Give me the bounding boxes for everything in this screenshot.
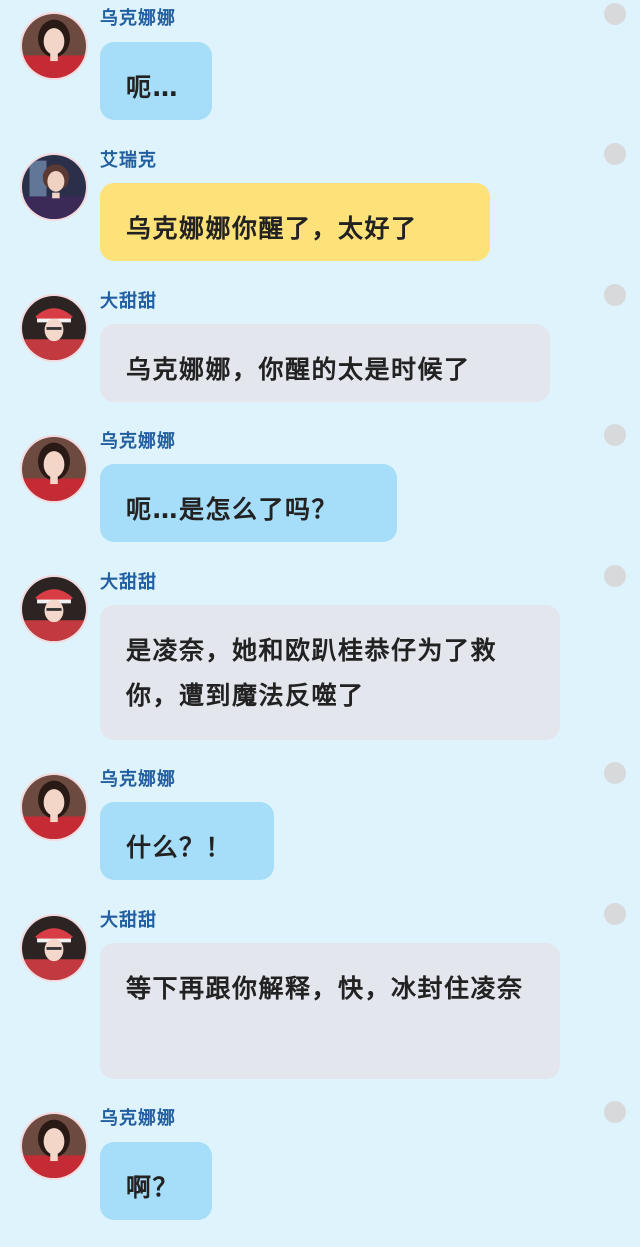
sender-name: 大甜甜 <box>100 572 157 593</box>
message-bubble[interactable]: 什么？！ <box>100 802 274 880</box>
message-bubble[interactable]: 等下再跟你解释，快，冰封住凌奈 <box>100 943 560 1079</box>
select-circle[interactable] <box>604 143 626 165</box>
message-bubble[interactable]: 呃… <box>100 42 212 120</box>
ukenana-avatar[interactable] <box>20 435 88 503</box>
ukenana-avatar[interactable] <box>20 1112 88 1180</box>
select-circle[interactable] <box>604 903 626 925</box>
select-circle[interactable] <box>604 565 626 587</box>
chat-thread: 乌克娜娜 呃… 艾瑞克 乌克娜娜你醒了，太好了 大甜甜 乌克娜娜，你醒的太是时候… <box>0 0 640 1247</box>
sender-name: 大甜甜 <box>100 291 157 312</box>
sender-name: 乌克娜娜 <box>100 431 176 452</box>
sender-name: 乌克娜娜 <box>100 8 176 29</box>
datiantian-avatar[interactable] <box>20 914 88 982</box>
select-circle[interactable] <box>604 1101 626 1123</box>
message-bubble[interactable]: 乌克娜娜，你醒的太是时候了 <box>100 324 550 402</box>
sender-name: 艾瑞克 <box>100 150 157 171</box>
message-bubble[interactable]: 乌克娜娜你醒了，太好了 <box>100 183 490 261</box>
message-bubble[interactable]: 是凌奈，她和欧趴桂恭仔为了救你，遭到魔法反噬了 <box>100 605 560 740</box>
ukenana-avatar[interactable] <box>20 773 88 841</box>
eric-avatar[interactable] <box>20 153 88 221</box>
ukenana-avatar[interactable] <box>20 12 88 80</box>
select-circle[interactable] <box>604 762 626 784</box>
datiantian-avatar[interactable] <box>20 294 88 362</box>
sender-name: 乌克娜娜 <box>100 1108 176 1129</box>
message-bubble[interactable]: 啊？ <box>100 1142 212 1220</box>
select-circle[interactable] <box>604 284 626 306</box>
sender-name: 乌克娜娜 <box>100 769 176 790</box>
select-circle[interactable] <box>604 424 626 446</box>
message-bubble[interactable]: 呃…是怎么了吗？ <box>100 464 397 542</box>
sender-name: 大甜甜 <box>100 910 157 931</box>
select-circle[interactable] <box>604 3 626 25</box>
datiantian-avatar[interactable] <box>20 575 88 643</box>
